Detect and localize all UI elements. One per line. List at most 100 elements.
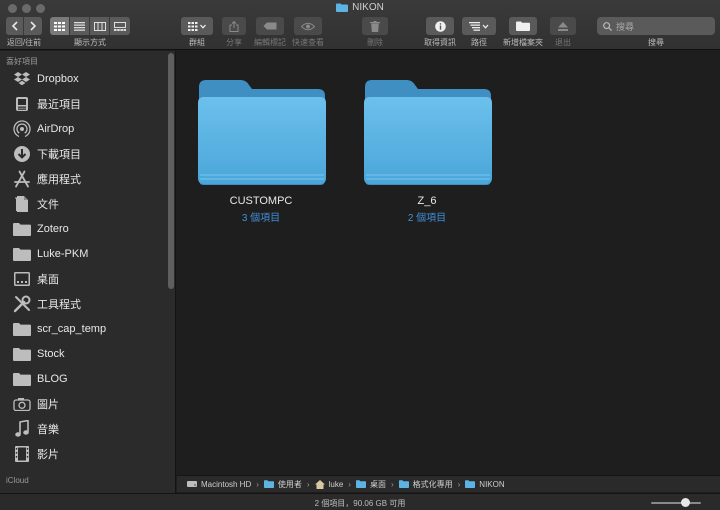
chevron-left-icon bbox=[11, 21, 18, 31]
path-crumb[interactable]: luke bbox=[314, 479, 343, 489]
icon-size-slider[interactable] bbox=[651, 502, 701, 504]
eject-label: 退出 bbox=[555, 38, 571, 47]
folder-item[interactable]: CUSTOMPC 3 個項目 bbox=[191, 75, 331, 224]
delete-control bbox=[362, 17, 388, 35]
sidebar-item-applications[interactable]: 應用程式 bbox=[0, 168, 168, 190]
sidebar-item-pictures[interactable]: 圖片 bbox=[0, 393, 168, 415]
sidebar-scrollbar[interactable] bbox=[168, 53, 174, 289]
folder-name: Z_6 bbox=[417, 195, 437, 207]
sidebar-item-luke-pkm[interactable]: Luke-PKM bbox=[0, 243, 168, 265]
sidebar-item-label: BLOG bbox=[37, 373, 68, 385]
search-label: 搜尋 bbox=[648, 38, 664, 47]
nav-label: 返回/往前 bbox=[6, 38, 42, 47]
path-crumb[interactable]: 格式化專用 bbox=[398, 479, 453, 490]
folder-icon bbox=[364, 80, 492, 185]
path-button[interactable] bbox=[462, 17, 496, 35]
path-separator-icon: › bbox=[390, 479, 394, 489]
sidebar-item-movies[interactable]: 影片 bbox=[0, 443, 168, 465]
gallery-view-button[interactable] bbox=[110, 17, 130, 35]
eject-control bbox=[550, 17, 576, 35]
folder-item-count: 3 個項目 bbox=[241, 213, 281, 224]
status-bar: 2 個項目，90.06 GB 可用 bbox=[0, 493, 720, 510]
path-crumb-label: 桌面 bbox=[369, 479, 386, 489]
sidebar-item-label: Zotero bbox=[37, 223, 69, 235]
share-label: 分享 bbox=[226, 38, 242, 47]
folder-icon bbox=[12, 245, 32, 263]
info-label: 取得資訊 bbox=[424, 38, 456, 47]
folder-item-count: 2 個項目 bbox=[407, 213, 447, 224]
path-crumb-label: 格式化專用 bbox=[412, 479, 453, 489]
sidebar-item-label: Luke-PKM bbox=[37, 248, 89, 260]
folder-icon bbox=[336, 3, 349, 15]
sidebar-item-label: Dropbox bbox=[37, 73, 79, 85]
sidebar: 喜好項目 Dropbox 最近項目 AirDrop 下載項目 應用程式 文件 Z… bbox=[0, 51, 176, 493]
icon-grid-icon bbox=[54, 21, 65, 31]
eject-icon bbox=[558, 21, 568, 31]
file-browser: CUSTOMPC 3 個項目 Z_6 2 個項目 bbox=[177, 51, 720, 475]
info-control bbox=[426, 17, 454, 35]
path-separator-icon: › bbox=[348, 479, 351, 489]
sidebar-item-dropbox[interactable]: Dropbox bbox=[0, 68, 168, 90]
sidebar-item-label: Stock bbox=[37, 348, 65, 360]
share-control bbox=[222, 17, 246, 35]
info-icon bbox=[434, 20, 446, 32]
sidebar-item-music[interactable]: 音樂 bbox=[0, 418, 168, 440]
path-crumb-label: 使用者 bbox=[277, 479, 302, 489]
folder-item[interactable]: Z_6 2 個項目 bbox=[357, 75, 497, 224]
icon-size-slider-knob[interactable] bbox=[681, 498, 690, 507]
quick-look-button[interactable] bbox=[294, 17, 322, 35]
sidebar-item-label: 工具程式 bbox=[37, 299, 81, 311]
sidebar-item-zotero[interactable]: Zotero bbox=[0, 218, 168, 240]
path-crumb[interactable]: 使用者 bbox=[263, 479, 302, 490]
nav-buttons bbox=[6, 17, 42, 35]
path-separator-icon: › bbox=[256, 479, 259, 489]
path-menu-icon bbox=[469, 21, 489, 31]
hard-drive-icon bbox=[187, 480, 197, 488]
sidebar-item-desktop[interactable]: 桌面 bbox=[0, 268, 168, 290]
sidebar-item-downloads[interactable]: 下載項目 bbox=[0, 143, 168, 165]
window-title-text: NIKON bbox=[352, 2, 384, 13]
icon-view-button[interactable] bbox=[50, 17, 70, 35]
documents-icon bbox=[12, 195, 32, 213]
search-field[interactable]: 搜尋 bbox=[597, 17, 715, 35]
share-icon bbox=[229, 20, 239, 32]
finder-window: NIKON 返回/往前 顯示方式 群組 分享 編輯標記 快速查看 刪除 取得資訊… bbox=[0, 0, 720, 510]
forward-button[interactable] bbox=[24, 17, 42, 35]
group-button[interactable] bbox=[181, 17, 213, 35]
column-view-button[interactable] bbox=[90, 17, 110, 35]
sidebar-item-airdrop[interactable]: AirDrop bbox=[0, 118, 168, 140]
tags-label: 編輯標記 bbox=[254, 38, 286, 47]
sidebar-item-stock[interactable]: Stock bbox=[0, 343, 168, 365]
list-view-button[interactable] bbox=[70, 17, 90, 35]
pictures-icon bbox=[12, 395, 32, 413]
icloud-header: iCloud bbox=[6, 476, 29, 485]
folder-icon bbox=[465, 480, 476, 488]
edit-tags-button[interactable] bbox=[256, 17, 284, 35]
sidebar-item-label: 應用程式 bbox=[37, 174, 81, 186]
new-folder-button[interactable] bbox=[509, 17, 537, 35]
eject-button[interactable] bbox=[550, 17, 576, 35]
folder-icon bbox=[12, 320, 32, 338]
group-label: 群組 bbox=[189, 38, 205, 47]
share-button[interactable] bbox=[222, 17, 246, 35]
sidebar-item-label: 影片 bbox=[37, 449, 59, 461]
sidebar-item-recents[interactable]: 最近項目 bbox=[0, 93, 168, 115]
view-label: 顯示方式 bbox=[74, 38, 106, 47]
search-icon bbox=[603, 21, 612, 31]
new-folder-label: 新增檔案夾 bbox=[503, 38, 543, 47]
sidebar-item-label: 文件 bbox=[37, 199, 59, 211]
view-mode-control bbox=[50, 17, 130, 35]
back-button[interactable] bbox=[6, 17, 24, 35]
delete-button[interactable] bbox=[362, 17, 388, 35]
path-crumb[interactable]: NIKON bbox=[465, 480, 505, 489]
sidebar-item-label: 音樂 bbox=[37, 424, 59, 436]
sidebar-item-blog[interactable]: BLOG bbox=[0, 368, 168, 390]
movies-icon bbox=[12, 445, 32, 463]
folder-icon bbox=[263, 480, 274, 488]
get-info-button[interactable] bbox=[426, 17, 454, 35]
sidebar-item-scr-cap-temp[interactable]: scr_cap_temp bbox=[0, 318, 168, 340]
path-crumb[interactable]: 桌面 bbox=[355, 479, 386, 490]
sidebar-item-utilities[interactable]: 工具程式 bbox=[0, 293, 168, 315]
sidebar-item-documents[interactable]: 文件 bbox=[0, 193, 168, 215]
path-crumb[interactable]: Macintosh HD bbox=[187, 480, 251, 489]
